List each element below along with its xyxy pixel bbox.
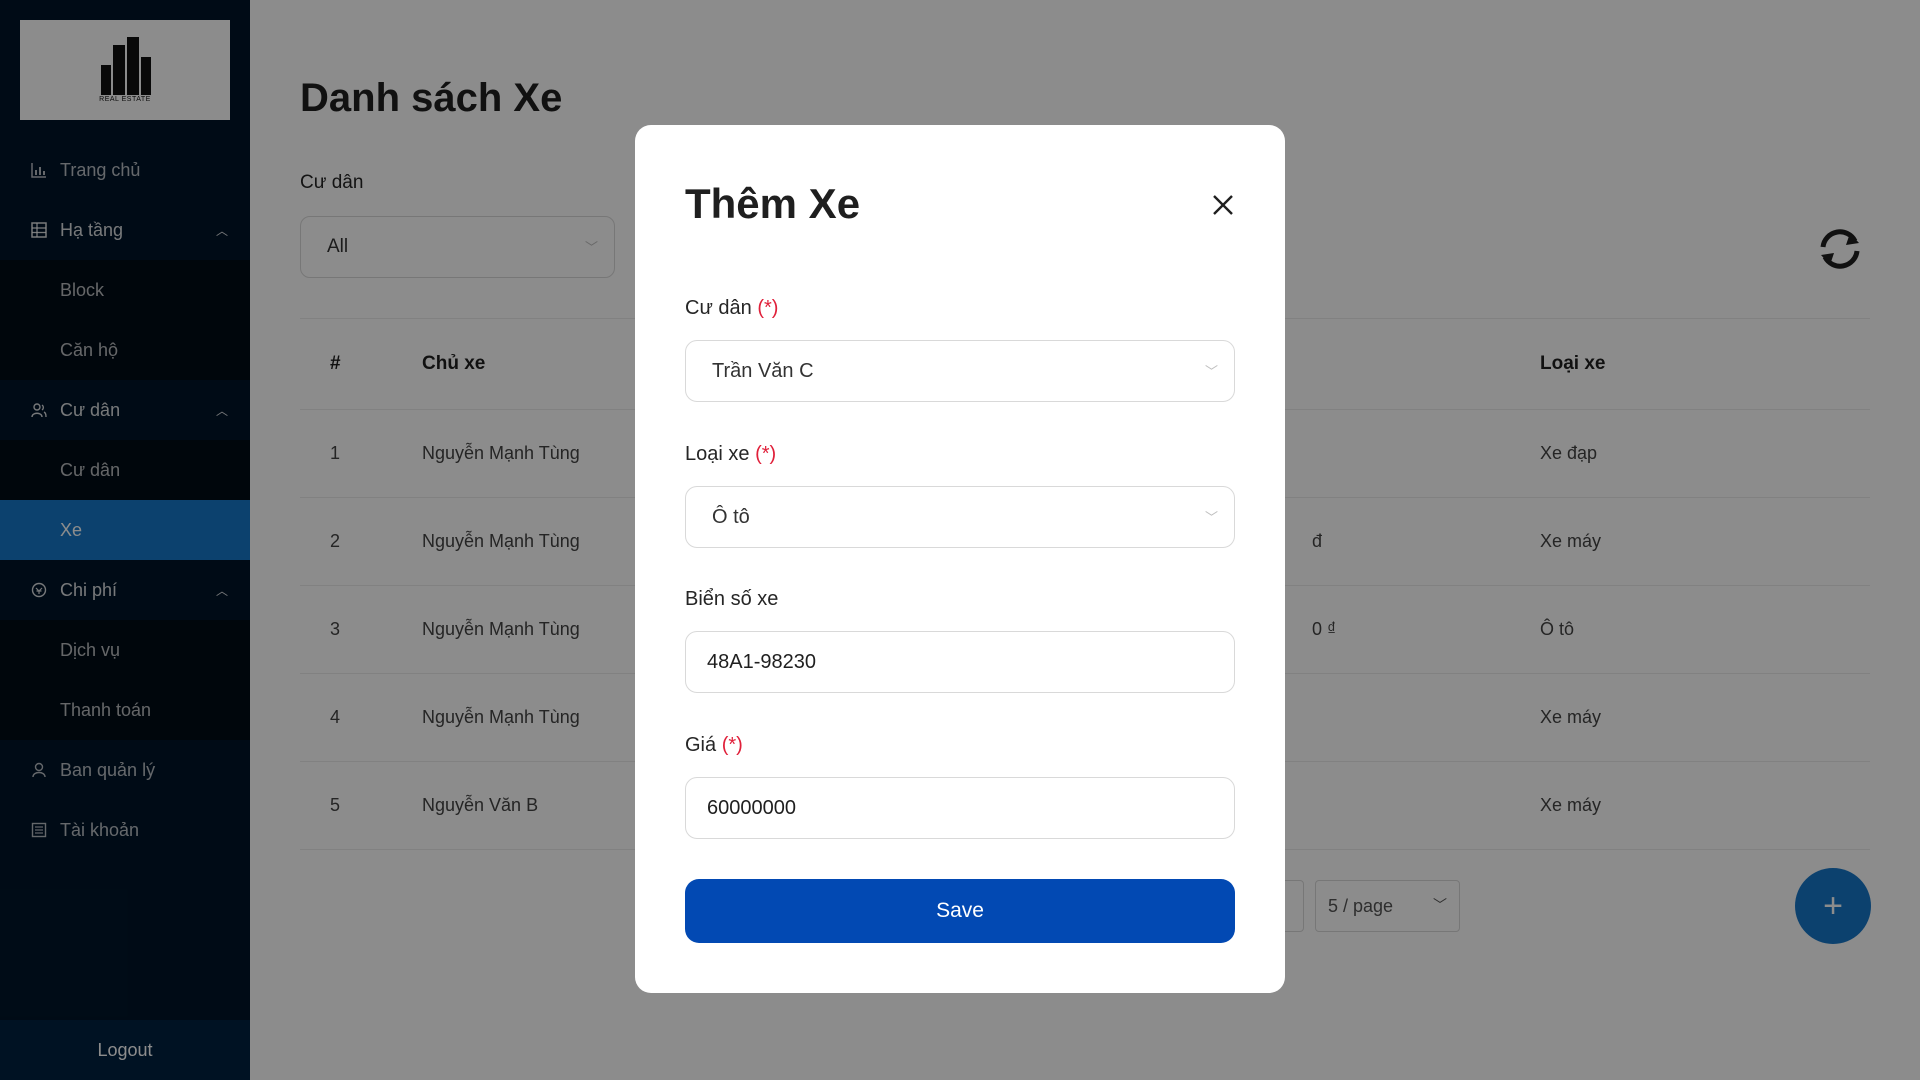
resident-label: Cư dân (*) xyxy=(685,297,778,320)
plate-input[interactable]: 48A1-98230 xyxy=(685,631,1235,693)
plate-value: 48A1-98230 xyxy=(707,650,816,673)
vehicle-type-label: Loại xe (*) xyxy=(685,443,776,466)
vehicle-type-label-text: Loại xe xyxy=(685,443,750,465)
chevron-down-icon: ﹀ xyxy=(1204,510,1218,525)
required-mark: (*) xyxy=(757,297,779,319)
plate-label-text: Biển số xe xyxy=(685,588,779,610)
required-mark: (*) xyxy=(755,443,777,465)
resident-select[interactable]: Trần Văn C ﹀ xyxy=(685,340,1235,402)
resident-label-text: Cư dân xyxy=(685,297,752,319)
save-button[interactable]: Save xyxy=(685,879,1235,943)
chevron-down-icon: ﹀ xyxy=(1204,364,1218,379)
required-mark: (*) xyxy=(721,734,743,756)
modal-title: Thêm Xe xyxy=(685,180,861,227)
resident-value: Trần Văn C xyxy=(712,359,814,382)
vehicle-type-value: Ô tô xyxy=(712,505,750,528)
vehicle-type-select[interactable]: Ô tô ﹀ xyxy=(685,486,1235,548)
price-value: 60000000 xyxy=(707,796,796,819)
price-label-text: Giá xyxy=(685,734,717,756)
price-input[interactable]: 60000000 xyxy=(685,777,1235,839)
plate-label: Biển số xe xyxy=(685,588,778,611)
price-label: Giá (*) xyxy=(685,734,743,757)
close-icon[interactable] xyxy=(1211,193,1235,217)
add-vehicle-modal: Thêm Xe Cư dân (*) Trần Văn C ﹀ Loại xe … xyxy=(635,125,1285,993)
